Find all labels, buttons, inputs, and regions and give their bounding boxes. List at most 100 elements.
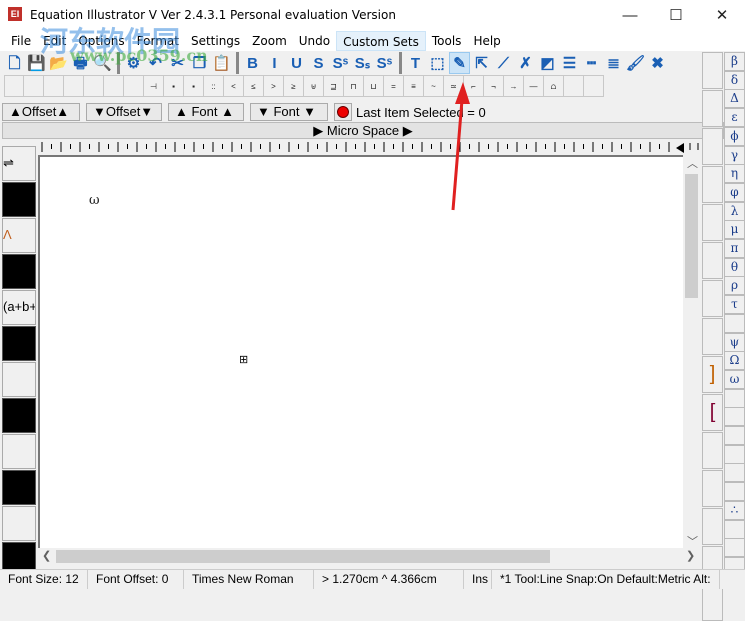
greek-blank-button[interactable] [724, 407, 745, 427]
greek-θ-button[interactable]: θ [724, 257, 745, 277]
menu-zoom[interactable]: Zoom [246, 31, 293, 51]
preview-icon[interactable]: 🔍 [92, 52, 113, 74]
bracket-button[interactable] [702, 280, 723, 317]
new-icon[interactable]: 🗋 [4, 52, 25, 74]
palette-slot[interactable]: ⇌ [2, 146, 36, 181]
symbol-button[interactable] [64, 75, 84, 97]
symbol-button[interactable]: ~ [424, 75, 444, 97]
cut-icon[interactable]: ✂ [167, 52, 188, 74]
palette-slot[interactable]: (a+b+ [2, 290, 36, 325]
menu-file[interactable]: File [5, 31, 37, 51]
print-icon[interactable]: 🖶 [70, 52, 91, 74]
symbol-button[interactable]: ¬ [484, 75, 504, 97]
save-icon[interactable]: 💾 [26, 52, 47, 74]
palette-slot-dark[interactable] [2, 470, 36, 505]
greek-η-button[interactable]: η [724, 164, 745, 184]
greek-λ-button[interactable]: λ [724, 201, 745, 221]
close-button[interactable]: ✕ [699, 0, 745, 31]
menu-tools[interactable]: Tools [426, 31, 468, 51]
bracket-button[interactable] [702, 204, 723, 241]
symbol-button[interactable]: ▪ [184, 75, 204, 97]
greek-μ-button[interactable]: μ [724, 220, 745, 240]
scroll-right-icon[interactable]: ❯ [686, 549, 695, 562]
palette-slot[interactable] [2, 362, 36, 397]
pencil-line-tool-icon[interactable]: ✎ [449, 52, 470, 74]
symbol-button[interactable] [44, 75, 64, 97]
drawing-canvas[interactable]: ω ⊞ [38, 155, 683, 548]
bracket-button[interactable]: ] [702, 356, 723, 393]
menu-undo[interactable]: Undo [293, 31, 336, 51]
greek-Δ-button[interactable]: Δ [724, 89, 745, 109]
canvas-omega-symbol[interactable]: ω [89, 193, 100, 208]
symbol-button[interactable]: ⊔ [364, 75, 384, 97]
bracket-button[interactable]: [ [702, 394, 723, 431]
horizontal-scroll-thumb[interactable] [56, 550, 550, 563]
palette-slot-dark[interactable] [2, 254, 36, 289]
erase-pencil-icon[interactable]: ✗ [515, 52, 536, 74]
greek-blank-button[interactable] [724, 538, 745, 558]
greek-ψ-button[interactable]: ψ [724, 332, 745, 352]
bracket-button[interactable] [702, 318, 723, 355]
dashed-lines-icon[interactable]: ┅ [581, 52, 602, 74]
symbol-button[interactable] [84, 75, 104, 97]
symbol-button[interactable]: :: [204, 75, 224, 97]
menu-edit[interactable]: Edit [37, 31, 72, 51]
greek-τ-button[interactable]: τ [724, 295, 745, 315]
superscript-icon[interactable]: Sˢ [330, 52, 351, 74]
color-lines-icon[interactable]: ≣ [603, 52, 624, 74]
palette-slot[interactable]: Λ [2, 218, 36, 253]
paste-icon[interactable]: 📋 [211, 52, 232, 74]
open-icon[interactable]: 📂 [48, 52, 69, 74]
symbol-button[interactable]: ≤ [244, 75, 264, 97]
symbol-button[interactable]: ⊎ [304, 75, 324, 97]
minimize-button[interactable]: — [607, 0, 653, 31]
super-small-icon[interactable]: Sˢ [374, 52, 395, 74]
node-line-icon[interactable]: ⟋ [493, 52, 514, 74]
symbol-button[interactable]: ⊓ [344, 75, 364, 97]
symbol-button[interactable]: ▪ [164, 75, 184, 97]
scroll-down-icon[interactable]: ﹀ [687, 533, 698, 549]
symbol-button[interactable] [124, 75, 144, 97]
greek-blank-button[interactable] [724, 313, 745, 333]
greek-ϕ-button[interactable]: ϕ [724, 126, 745, 146]
strike-icon[interactable]: S [308, 52, 329, 74]
greek-blank-button[interactable] [724, 519, 745, 539]
palette-slot-dark[interactable] [2, 182, 36, 217]
greek-δ-button[interactable]: δ [724, 70, 745, 90]
bracket-button[interactable] [702, 584, 723, 621]
move-tool-icon[interactable]: ⇱ [471, 52, 492, 74]
offset-down-button[interactable]: ▼Offset▼ [86, 103, 162, 121]
menu-settings[interactable]: Settings [185, 31, 246, 51]
bracket-button[interactable] [702, 52, 723, 89]
symbol-button[interactable] [104, 75, 124, 97]
greek-Ω-button[interactable]: Ω [724, 351, 745, 371]
symbol-button[interactable]: ≡ [404, 75, 424, 97]
greek-∴-button[interactable]: ∴ [724, 500, 745, 520]
symbol-button[interactable]: > [264, 75, 284, 97]
symbol-button[interactable]: — [524, 75, 544, 97]
micro-space-button[interactable]: ▶ Micro Space ▶ [2, 122, 724, 139]
greek-blank-button[interactable] [724, 444, 745, 464]
palette-slot-dark[interactable] [2, 398, 36, 433]
subscript-icon[interactable]: Sₛ [352, 52, 373, 74]
shapes-icon[interactable]: ◩ [537, 52, 558, 74]
menu-options[interactable]: Options [72, 31, 130, 51]
select-tool-icon[interactable]: ⬚ [427, 52, 448, 74]
bracket-button[interactable] [702, 128, 723, 165]
symbol-button[interactable]: ⊣ [144, 75, 164, 97]
horizontal-ruler[interactable] [38, 140, 700, 155]
underline-icon[interactable]: U [286, 52, 307, 74]
palette-slot-dark[interactable] [2, 326, 36, 361]
font-up-button[interactable]: ▲ Font ▲ [168, 103, 244, 121]
bracket-button[interactable] [702, 242, 723, 279]
bracket-button[interactable] [702, 432, 723, 469]
symbol-button[interactable]: ⌐ [464, 75, 484, 97]
greek-ρ-button[interactable]: ρ [724, 276, 745, 296]
greek-β-button[interactable]: β [724, 52, 745, 71]
symbol-button[interactable]: ≥ [284, 75, 304, 97]
maximize-button[interactable]: ☐ [653, 0, 699, 31]
greek-blank-button[interactable] [724, 388, 745, 408]
symbol-button[interactable] [584, 75, 604, 97]
offset-up-button[interactable]: ▲Offset▲ [2, 103, 80, 121]
greek-blank-button[interactable] [724, 426, 745, 445]
